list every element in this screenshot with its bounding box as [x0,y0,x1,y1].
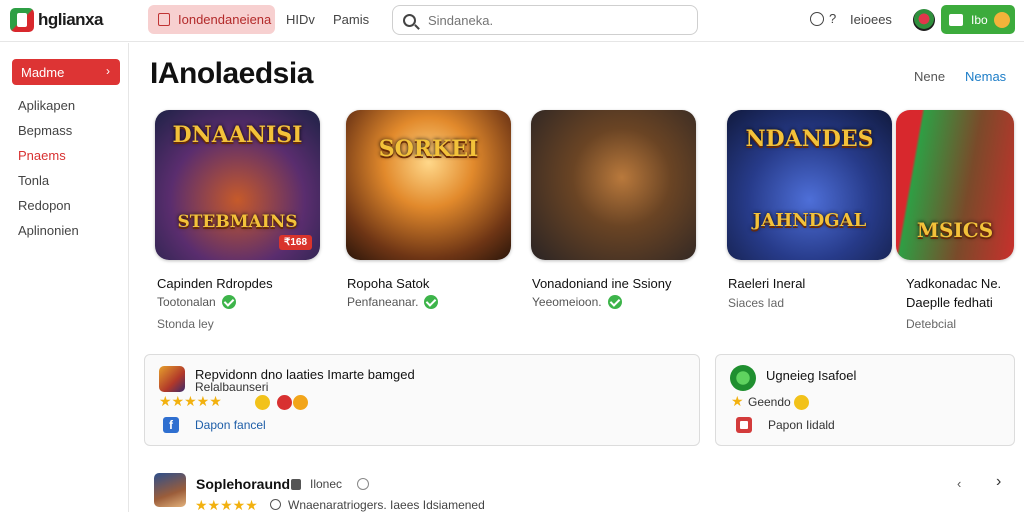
card-link-2[interactable]: Papon Iidald [768,418,835,432]
game-name-5-line2: Daeplle fedhati [906,295,993,310]
review-card-2[interactable]: Ugneieg Isafoel ★ Geendo Papon Iidald [715,354,1015,446]
account-button-label: Ibo [971,12,988,27]
bottom-rating-stars: ★★★★★ [195,497,258,513]
emoji-icon [293,395,308,410]
sidebar-active-label: Madme [21,64,65,80]
sidebar-item-5[interactable]: Redopon [18,198,71,213]
card-thumb-2 [730,365,756,391]
account-button[interactable]: Ibo [941,5,1015,34]
help-question-mark[interactable]: ? [829,11,836,26]
verified-icon [221,295,236,309]
topnav-active-label: Iondendaneiena [178,12,272,27]
review-card-1[interactable]: Repvidonn dno laaties Imarte bamged Rela… [144,354,700,446]
bottom-meta: Wnaenaratriogers. Iaees Idsiamened [288,498,485,512]
game-name-4[interactable]: Raeleri Ineral [728,276,805,291]
game-tile-1[interactable]: DNAANISI STEBMAINS ₹168 [155,110,320,260]
user-menu-text[interactable]: Ieioees [850,12,892,27]
avatar[interactable] [913,9,935,31]
game-dev-1: Tootonalan [157,295,236,309]
game-dev-3: Yeeomeioon. [532,295,622,309]
help-circle-icon[interactable] [810,12,824,26]
game-dev-1-text: Tootonalan [157,295,216,309]
facebook-icon[interactable]: f [163,417,179,433]
game-art-title-5: MSICS [916,218,994,242]
topnav-item-1[interactable]: HIDv [286,12,315,27]
logo-text: hglianxa [38,10,103,29]
circle-icon [270,499,281,510]
sidebar-item-active[interactable]: Madme › [12,59,120,85]
emoji-icon [794,395,809,410]
search-bar[interactable] [392,5,698,35]
page-title: IAnolaedsia [150,57,313,90]
next-icon[interactable]: › [996,473,1001,491]
logo-mark-icon [10,8,34,32]
header-link-2[interactable]: Nemas [965,69,1006,84]
mini-avatar-icon [993,11,1010,28]
bottom-thumb [154,473,186,507]
header-link-1[interactable]: Nene [914,69,945,84]
chevron-right-icon: › [106,64,110,78]
card-title-2: Ugneieg Isafoel [766,368,857,383]
emoji-icon [277,395,292,410]
game-name-3[interactable]: Vonadoniand ine Ssiony [532,276,672,291]
sidebar-item-3[interactable]: Pnaems [18,148,66,163]
card-thumb-1 [159,366,185,392]
verified-icon [424,295,439,309]
rating-stars-2: ★ [731,393,744,409]
game-meta-5: Detebcial [906,317,957,331]
card-link-1[interactable]: Dapon fancel [195,418,266,432]
home-icon [158,13,170,26]
game-art-title-1: DNAANISI [172,122,303,148]
top-bar: hglianxa Iondendaneiena HIDv Pamis ? Iei… [0,0,1024,42]
game-dev-3-text: Yeeomeioon. [532,295,602,309]
app-icon [736,417,752,433]
lock-icon [291,479,301,490]
topnav-active-tab[interactable]: Iondendaneiena [148,5,275,34]
game-dev-2: Penfaneanar. [347,295,439,309]
game-art-sub-4: JAHNDGAL [752,210,867,231]
topnav-item-2[interactable]: Pamis [333,12,369,27]
game-tile-4[interactable]: NDANDES JAHNDGAL [727,110,892,260]
price-badge: ₹168 [278,235,312,250]
game-dev-4: Siaces Iad [728,296,785,310]
game-dev-2-text: Penfaneanar. [347,295,419,309]
bottom-tag: Ilonec [310,477,343,491]
game-name-1[interactable]: Capinden Rdropdes [157,276,273,291]
search-icon [403,13,416,27]
game-tile-5[interactable]: MSICS [896,110,1014,260]
wallet-icon [949,13,963,26]
sidebar-item-2[interactable]: Bepmass [18,123,72,138]
sidebar: Madme › Aplikapen Bepmass Pnaems Tonla R… [0,43,129,512]
app-logo[interactable]: hglianxa [10,6,103,34]
card-sub-1: Relalbaunseri [195,380,269,394]
sidebar-item-4[interactable]: Tonla [18,173,49,188]
prev-icon[interactable]: ‹ [957,476,961,491]
rating-stars-1: ★★★★★ [159,393,222,409]
search-input[interactable] [428,12,678,28]
card-sub-2: Geendo [748,395,791,409]
verified-icon [607,295,622,309]
game-art-title-2: SORKEI [378,136,479,162]
game-tile-2[interactable]: SORKEI [346,110,511,260]
emoji-icon [255,395,270,410]
game-art-title-4: NDANDES [745,126,874,152]
game-meta-1: Stonda ley [157,317,214,331]
bottom-title[interactable]: Soplehoraund [196,476,290,492]
game-name-5[interactable]: Yadkonadac Ne. [906,276,1001,291]
sidebar-item-1[interactable]: Aplikapen [18,98,75,113]
game-tile-3[interactable] [531,110,696,260]
sidebar-item-6[interactable]: Aplinonien [18,223,79,238]
game-art-sub-1: STEBMAINS [177,212,298,232]
game-name-2[interactable]: Ropoha Satok [347,276,429,291]
info-icon[interactable] [357,478,369,490]
